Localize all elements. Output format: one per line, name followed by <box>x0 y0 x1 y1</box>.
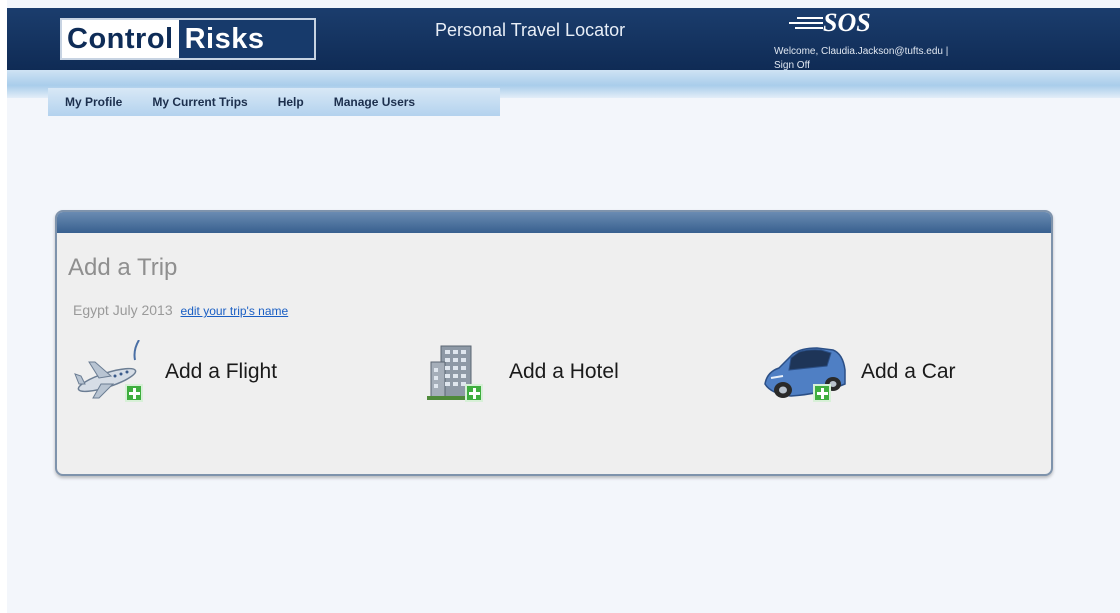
panel-header-bar <box>57 212 1051 233</box>
main-nav: My Profile My Current Trips Help Manage … <box>48 88 500 116</box>
airplane-icon <box>71 339 151 404</box>
trip-name: Egypt July 2013 <box>73 302 173 318</box>
plus-icon <box>125 384 143 402</box>
add-trip-panel: Add a Trip Egypt July 2013 edit your tri… <box>55 210 1053 476</box>
plus-icon <box>465 384 483 402</box>
hotel-icon <box>425 340 495 404</box>
nav-help[interactable]: Help <box>278 95 304 109</box>
sos-logo-text: SOS <box>823 8 871 37</box>
nav-my-profile[interactable]: My Profile <box>65 95 122 109</box>
plus-icon <box>813 384 831 402</box>
add-hotel-label: Add a Hotel <box>509 360 619 383</box>
sos-logo: SOS <box>775 8 871 38</box>
nav-manage-users[interactable]: Manage Users <box>334 95 415 109</box>
logo-text-risks: Risks <box>178 20 314 58</box>
logo-text-control: Control <box>62 20 179 58</box>
nav-my-current-trips[interactable]: My Current Trips <box>152 95 247 109</box>
car-icon <box>761 340 847 404</box>
edit-trip-name-link[interactable]: edit your trip's name <box>181 304 289 318</box>
add-car-label: Add a Car <box>861 360 956 383</box>
sos-speed-lines-icon <box>775 13 823 33</box>
welcome-text: Welcome, Claudia.Jackson@tufts.edu | <box>774 46 949 57</box>
panel-title: Add a Trip <box>68 254 178 281</box>
app-header: Control Risks Personal Travel Locator SO… <box>7 8 1120 73</box>
left-margin <box>0 0 7 613</box>
add-flight-label: Add a Flight <box>165 360 278 383</box>
add-car-button[interactable]: Add a Car <box>761 340 956 404</box>
app-title: Personal Travel Locator <box>435 20 626 40</box>
add-flight-button[interactable]: Add a Flight <box>71 339 278 404</box>
welcome-message: Welcome, Claudia.Jackson@tufts.edu | Sig… <box>774 45 1034 73</box>
trip-name-row: Egypt July 2013 edit your trip's name <box>73 302 288 318</box>
control-risks-logo: Control Risks <box>60 18 316 60</box>
add-hotel-button[interactable]: Add a Hotel <box>425 340 619 404</box>
